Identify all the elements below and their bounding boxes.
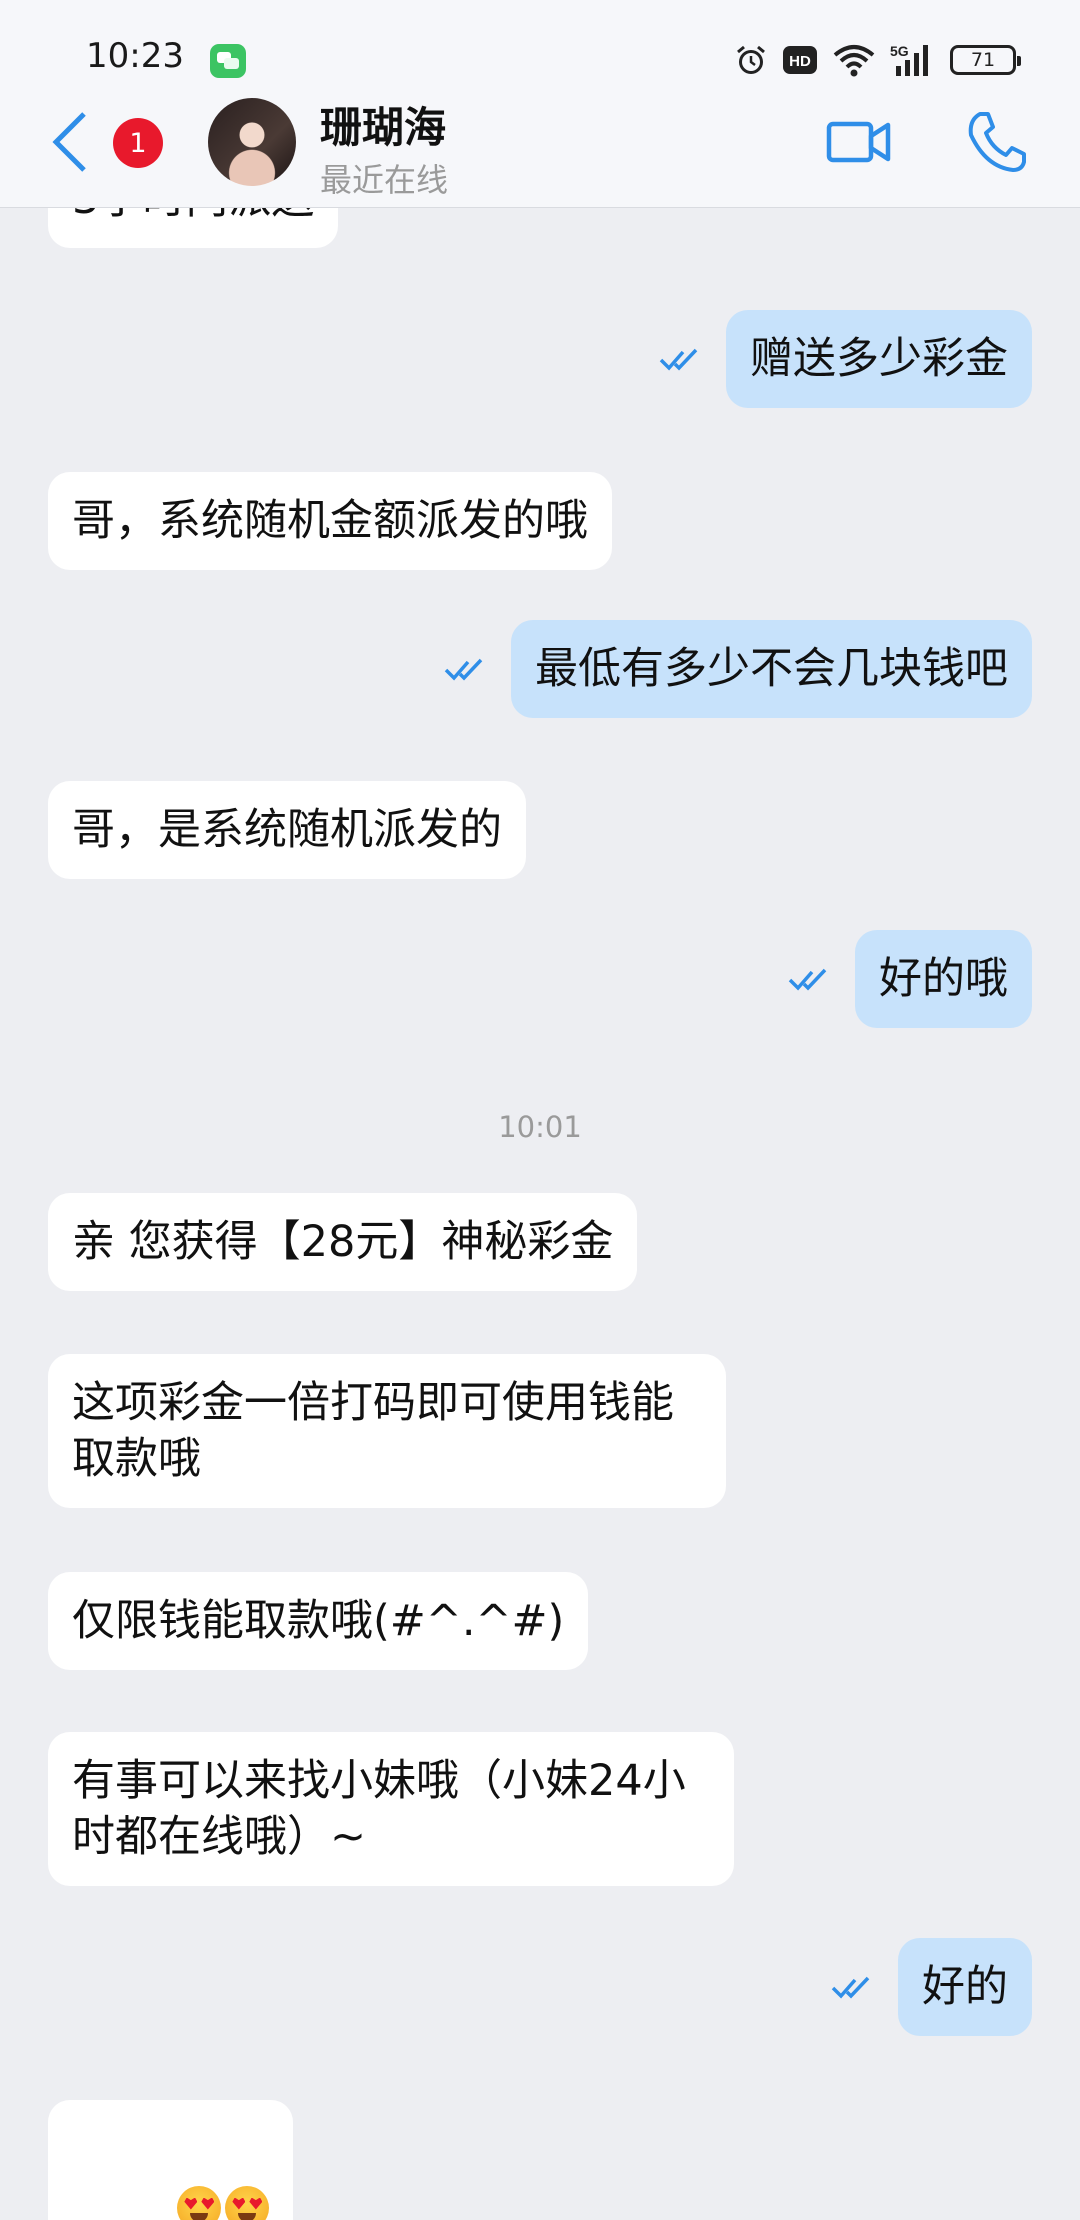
message-bubble[interactable] [48, 2100, 294, 2220]
message-bubble[interactable]: 最低有多少不会几块钱吧 [511, 620, 1032, 718]
double-check-icon [831, 1976, 870, 1999]
messages-app-icon [210, 44, 246, 78]
message-bubble[interactable]: 亲 您获得【28元】神秘彩金 [48, 1193, 638, 1291]
contact-name[interactable]: 珊瑚海 [320, 94, 446, 155]
message-bubble[interactable]: 好的哦 [855, 930, 1032, 1028]
incoming-message[interactable]: 亲 您获得【28元】神秘彩金 [48, 1193, 638, 1291]
chat-area[interactable]: 3小时内派送 赠送多少彩金 哥，系统随机金额派发的哦 最低有多少不会几块钱吧 哥… [0, 0, 1080, 2220]
back-button[interactable] [50, 110, 100, 174]
incoming-message[interactable]: 这项彩金一倍打码即可使用钱能 取款哦 [48, 1354, 726, 1508]
incoming-message[interactable] [48, 2100, 294, 2220]
video-call-icon [826, 121, 891, 163]
chat-timestamp: 10:01 [498, 1110, 582, 1144]
chevron-left-icon [52, 112, 86, 172]
message-bubble[interactable]: 有事可以来找小妹哦（小妹24小 时都在线哦）~ [48, 1732, 734, 1886]
contact-status: 最近在线 [320, 161, 449, 199]
double-check-icon [788, 968, 827, 991]
outgoing-message[interactable]: 最低有多少不会几块钱吧 [443, 620, 1032, 718]
heart-eyes-emoji [177, 2185, 222, 2220]
double-check-icon [659, 348, 698, 371]
double-check-icon [444, 658, 483, 681]
outgoing-message[interactable]: 好的 [830, 1938, 1032, 2036]
wifi-icon [833, 45, 875, 77]
video-call-button[interactable] [826, 112, 892, 172]
message-bubble[interactable]: 哥，是系统随机派发的 [48, 781, 526, 879]
incoming-message[interactable]: 哥，是系统随机派发的 [48, 781, 526, 879]
unread-count-badge: 1 [113, 118, 163, 168]
battery-indicator: 71 [950, 45, 1021, 75]
heart-eyes-emoji [225, 2185, 270, 2220]
outgoing-message[interactable]: 好的哦 [787, 930, 1032, 1028]
5g-signal-icon: 5G [890, 43, 928, 76]
chat-header: 10:23 HD 5G 71 1 珊瑚海 最近在线 [0, 0, 1080, 208]
message-bubble[interactable]: 仅限钱能取款哦(#^.^#) [48, 1572, 589, 1670]
alarm-icon [737, 45, 765, 74]
incoming-message[interactable]: 仅限钱能取款哦(#^.^#) [48, 1572, 589, 1670]
message-bubble[interactable]: 赠送多少彩金 [726, 310, 1032, 408]
message-bubble[interactable]: 好的 [898, 1938, 1032, 2036]
hd-icon: HD [783, 46, 817, 74]
status-time: 10:23 [86, 36, 184, 76]
phone-call-icon [968, 112, 1026, 172]
outgoing-message[interactable]: 赠送多少彩金 [658, 310, 1032, 408]
svg-text:HD: HD [789, 53, 811, 70]
message-bubble[interactable]: 这项彩金一倍打码即可使用钱能 取款哦 [48, 1354, 726, 1508]
avatar[interactable] [208, 98, 296, 186]
message-bubble[interactable]: 哥，系统随机金额派发的哦 [48, 472, 612, 570]
system-status-icons: HD 5G 71 [734, 40, 1021, 80]
svg-text:5G: 5G [890, 43, 909, 59]
phone-call-button[interactable] [966, 110, 1028, 174]
incoming-message[interactable]: 哥，系统随机金额派发的哦 [48, 472, 612, 570]
incoming-message[interactable]: 有事可以来找小妹哦（小妹24小 时都在线哦）~ [48, 1732, 734, 1886]
